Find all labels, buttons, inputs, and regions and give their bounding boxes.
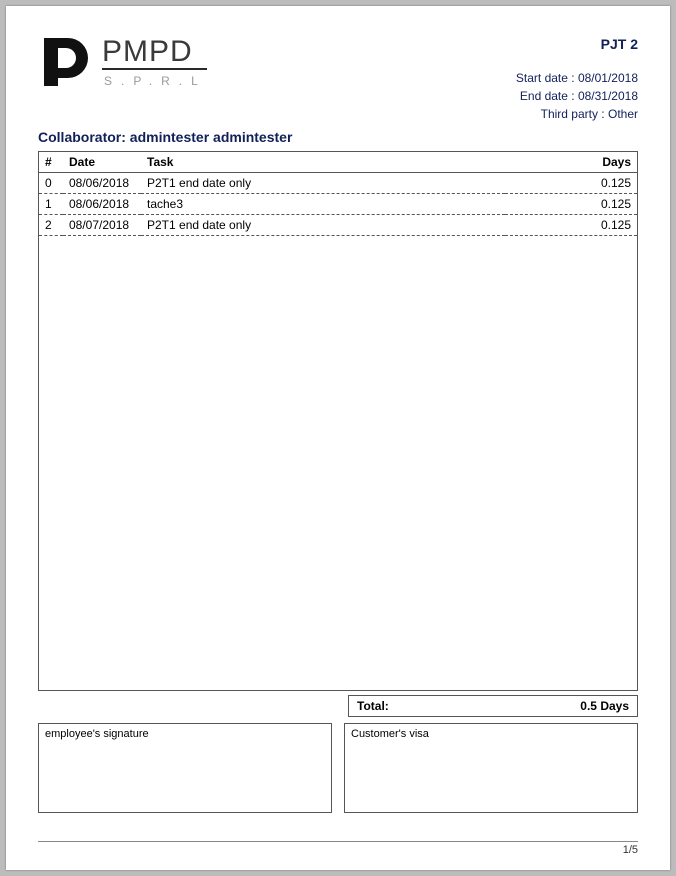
task-table: # Date Task Days 008/06/2018P2T1 end dat… — [39, 152, 637, 236]
cell-index: 2 — [39, 215, 63, 236]
header-meta: PJT 2 Start date : 08/01/2018 End date :… — [516, 34, 638, 123]
cell-date: 08/06/2018 — [63, 173, 141, 194]
collaborator-label: Collaborator: — [38, 129, 130, 145]
header: PMPD S.P.R.L PJT 2 Start date : 08/01/20… — [38, 34, 638, 123]
start-date-line: Start date : 08/01/2018 — [516, 69, 638, 87]
col-index: # — [39, 152, 63, 173]
end-date-value: 08/31/2018 — [578, 89, 638, 103]
start-date-value: 08/01/2018 — [578, 71, 638, 85]
table-header-row: # Date Task Days — [39, 152, 637, 173]
logo: PMPD S.P.R.L — [38, 34, 207, 90]
cell-days: 0.125 — [505, 173, 637, 194]
cell-days: 0.125 — [505, 194, 637, 215]
table-row: 208/07/2018P2T1 end date only0.125 — [39, 215, 637, 236]
cell-date: 08/06/2018 — [63, 194, 141, 215]
page-indicator: 1/5 — [38, 841, 638, 856]
cell-date: 08/07/2018 — [63, 215, 141, 236]
third-party-line: Third party : Other — [516, 105, 638, 123]
third-party-value: Other — [608, 107, 638, 121]
cell-task: tache3 — [141, 194, 505, 215]
collaborator-name: admintester admintester — [130, 129, 293, 145]
customer-visa-label: Customer's visa — [351, 728, 429, 740]
cell-days: 0.125 — [505, 215, 637, 236]
cell-index: 1 — [39, 194, 63, 215]
task-table-container: # Date Task Days 008/06/2018P2T1 end dat… — [38, 151, 638, 691]
logo-mark-icon — [38, 34, 94, 90]
col-task: Task — [141, 152, 505, 173]
logo-main: PMPD — [102, 37, 207, 70]
totals-box: Total: 0.5 Days — [348, 695, 638, 717]
page-number: 1/5 — [623, 844, 638, 856]
project-title: PJT 2 — [516, 34, 638, 55]
collaborator-line: Collaborator: admintester admintester — [38, 129, 638, 145]
customer-visa-box: Customer's visa — [344, 723, 638, 813]
cell-task: P2T1 end date only — [141, 215, 505, 236]
third-party-label: Third party : — [541, 107, 608, 121]
cell-index: 0 — [39, 173, 63, 194]
end-date-label: End date : — [520, 89, 578, 103]
col-days: Days — [505, 152, 637, 173]
logo-sub: S.P.R.L — [102, 74, 207, 88]
totals-value: 0.5 Days — [580, 699, 629, 713]
employee-signature-box: employee's signature — [38, 723, 332, 813]
totals-label: Total: — [357, 699, 389, 713]
col-date: Date — [63, 152, 141, 173]
totals-row: Total: 0.5 Days — [38, 695, 638, 717]
table-row: 108/06/2018tache30.125 — [39, 194, 637, 215]
cell-task: P2T1 end date only — [141, 173, 505, 194]
end-date-line: End date : 08/31/2018 — [516, 87, 638, 105]
table-row: 008/06/2018P2T1 end date only0.125 — [39, 173, 637, 194]
start-date-label: Start date : — [516, 71, 578, 85]
employee-signature-label: employee's signature — [45, 728, 149, 740]
document-page: PMPD S.P.R.L PJT 2 Start date : 08/01/20… — [6, 6, 670, 870]
signature-row: employee's signature Customer's visa — [38, 723, 638, 813]
logo-text: PMPD S.P.R.L — [102, 37, 207, 88]
